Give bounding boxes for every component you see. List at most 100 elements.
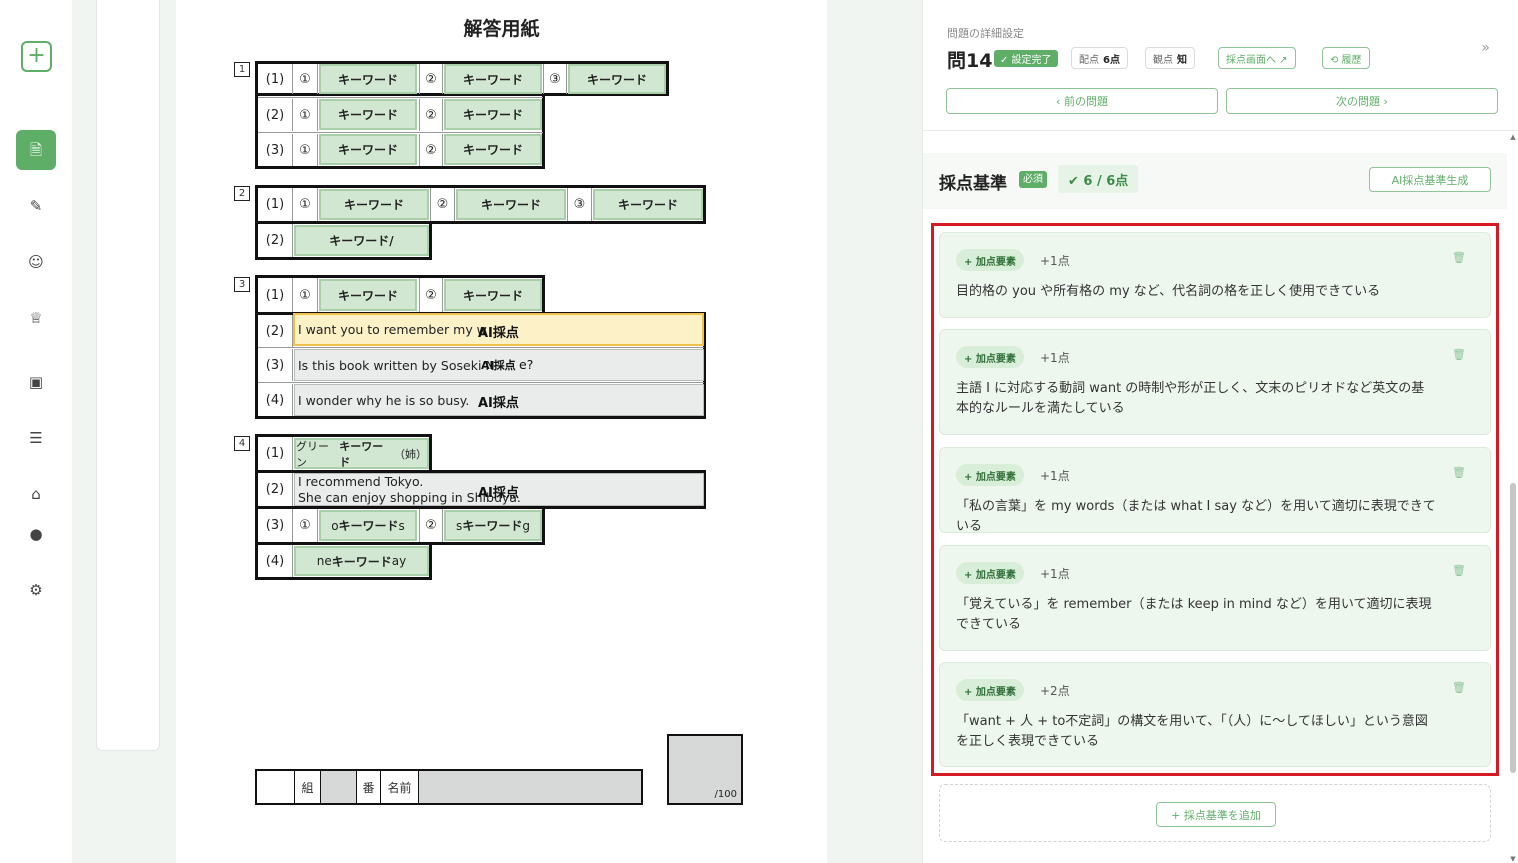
criterion-card[interactable]: + 加点要素 +1点 🗑 「覚えている」を remember（または keep … <box>939 545 1491 651</box>
row-label: (4) <box>258 545 293 577</box>
trash-icon[interactable]: 🗑 <box>1452 564 1466 577</box>
row-label: (3) <box>258 134 293 166</box>
row-label: (1) <box>258 188 293 221</box>
add-criterion-button[interactable]: + 採点基準を追加 <box>1156 802 1276 827</box>
list-icon[interactable]: ☰ <box>16 418 56 458</box>
classroom-icon[interactable]: ⌂ <box>16 474 56 514</box>
answer-text-tail: e? <box>519 357 534 372</box>
prev-question-button[interactable]: ‹ 前の問題 <box>946 88 1218 114</box>
keyword-box[interactable]: キーワード/ <box>294 225 429 256</box>
answer-text: I want you to remember my w <box>298 322 487 337</box>
keyword-box[interactable]: キーワード <box>319 189 429 220</box>
keyword-box[interactable]: o キーワード s <box>319 510 417 541</box>
criterion-point: +1点 <box>1040 469 1070 483</box>
answer-text: Is this book written by Soseki N <box>298 357 495 373</box>
keyword-box[interactable]: s キーワード g <box>444 510 542 541</box>
keyword-box[interactable]: ne キーワード ay <box>294 546 429 576</box>
scroll-up-icon[interactable]: ▲ <box>1508 133 1518 141</box>
keyword-box[interactable]: キーワード <box>319 279 417 311</box>
row-label: (1) <box>258 64 293 94</box>
keyword-box[interactable]: キーワード <box>444 64 542 94</box>
keyword-text: キーワード <box>338 519 399 533</box>
question-list-column <box>96 0 160 751</box>
scrollbar[interactable]: ▲ ▼ <box>1508 133 1518 863</box>
group-icon[interactable]: ☺ <box>16 242 56 282</box>
points-chip: 配点 6点 <box>1071 47 1128 69</box>
keyword-box[interactable]: キーワード <box>444 279 542 311</box>
gallery-icon[interactable]: ▣ <box>16 362 56 402</box>
scroll-down-icon[interactable]: ▼ <box>1508 855 1518 863</box>
suffix-text: （姉） <box>394 447 427 461</box>
row-label: (2) <box>258 224 293 257</box>
graduation-icon[interactable]: ♕ <box>16 298 56 338</box>
ai-grading-label: AI採点 <box>478 486 519 501</box>
criterion-description: 目的格の you や所有格の my など、代名詞の格を正しく使用できている <box>956 284 1381 299</box>
scroll-thumb[interactable] <box>1510 483 1516 773</box>
sub-mark: ③ <box>543 64 567 94</box>
next-question-button[interactable]: 次の問題 › <box>1226 88 1498 114</box>
settings-panel: 問題の詳細設定 問14 ✓ 設定完了 配点 6点 観点知 採点画面へ ↗ ⟲ 履歴… <box>922 0 1518 863</box>
criterion-point: +1点 <box>1040 351 1070 365</box>
row-label: (2) <box>258 473 293 506</box>
prefix-text: ne <box>316 554 332 568</box>
ai-generate-button[interactable]: AI採点基準生成 <box>1369 167 1491 192</box>
ai-grading-label: AI採点 <box>481 359 516 372</box>
pen-icon[interactable]: ✎ <box>16 186 56 226</box>
criterion-card[interactable]: + 加点要素 +2点 🗑 「want + 人 + to不定詞」の構文を用いて、「… <box>939 662 1491 767</box>
number-field[interactable] <box>321 771 357 803</box>
collapse-icon[interactable]: » <box>1481 40 1490 56</box>
keyword-box[interactable]: キーワード <box>444 99 542 130</box>
history-button[interactable]: ⟲ 履歴 <box>1322 47 1370 69</box>
keyword-box[interactable]: キーワード <box>319 99 417 130</box>
prefix-text: グリーン <box>296 439 329 469</box>
sub-mark: ① <box>293 99 318 131</box>
settings-icon[interactable]: ⚙ <box>16 570 56 610</box>
sub-mark: ① <box>293 64 318 94</box>
panel-subtitle: 問題の詳細設定 <box>947 27 1024 40</box>
keyword-box[interactable]: キーワード <box>568 64 666 94</box>
keyword-box[interactable]: キーワード <box>319 134 417 165</box>
criterion-point: +1点 <box>1040 567 1070 581</box>
document-icon[interactable]: 🗎 <box>16 130 56 170</box>
question-number-3: 3 <box>234 277 250 292</box>
suffix-text: ay <box>391 554 407 568</box>
criterion-point: +2点 <box>1040 684 1070 698</box>
keyword-box[interactable]: グリーン キーワード （姉） <box>294 438 429 469</box>
keyword-box[interactable]: キーワード <box>319 64 417 94</box>
number-label: 番 <box>357 771 381 803</box>
keyword-box[interactable]: キーワード <box>444 134 542 165</box>
chip-label: 配点 <box>1079 54 1099 66</box>
criterion-kind: + 加点要素 <box>956 679 1024 701</box>
class-label: 組 <box>295 771 321 803</box>
left-rail: + 🗎 ✎ ☺ ♕ ▣ ☰ ⌂ ● ⚙ <box>0 0 72 863</box>
student-info-bar: 組 番 名前 <box>255 769 643 805</box>
status-badge: ✓ 設定完了 <box>994 50 1058 67</box>
question-number-2: 2 <box>234 186 250 201</box>
question-number-4: 4 <box>234 436 250 451</box>
criterion-kind: + 加点要素 <box>956 562 1024 584</box>
keyword-box[interactable]: キーワード <box>456 189 566 220</box>
new-icon[interactable]: + <box>21 41 52 72</box>
criteria-title: 採点基準 <box>939 174 1007 194</box>
chip-label: 観点 <box>1153 54 1173 66</box>
trash-icon[interactable]: 🗑 <box>1452 466 1466 479</box>
criterion-card[interactable]: + 加点要素 +1点 🗑 主語 I に対応する動詞 want の時制や形が正しく… <box>939 329 1491 435</box>
class-field[interactable] <box>257 771 295 803</box>
sub-mark: ② <box>419 509 443 542</box>
row-label: (3) <box>258 509 293 542</box>
criterion-card[interactable]: + 加点要素 +1点 🗑 目的格の you や所有格の my など、代名詞の格を… <box>939 232 1491 318</box>
score-box: /100 <box>667 734 743 805</box>
criterion-point: +1点 <box>1040 254 1070 268</box>
user-icon[interactable]: ● <box>16 514 56 554</box>
grading-view-button[interactable]: 採点画面へ ↗ <box>1218 47 1296 69</box>
question-title: 問14 <box>947 50 993 72</box>
criterion-card[interactable]: + 加点要素 +1点 🗑 「私の言葉」を my words（または what I… <box>939 447 1491 534</box>
trash-icon[interactable]: 🗑 <box>1452 251 1466 264</box>
trash-icon[interactable]: 🗑 <box>1452 348 1466 361</box>
ai-grading-label: AI採点 <box>478 396 519 411</box>
keyword-box[interactable]: キーワード <box>593 189 703 220</box>
score-max: /100 <box>714 789 737 800</box>
sub-mark: ② <box>419 134 443 166</box>
sub-mark: ② <box>430 188 455 221</box>
trash-icon[interactable]: 🗑 <box>1452 681 1466 694</box>
